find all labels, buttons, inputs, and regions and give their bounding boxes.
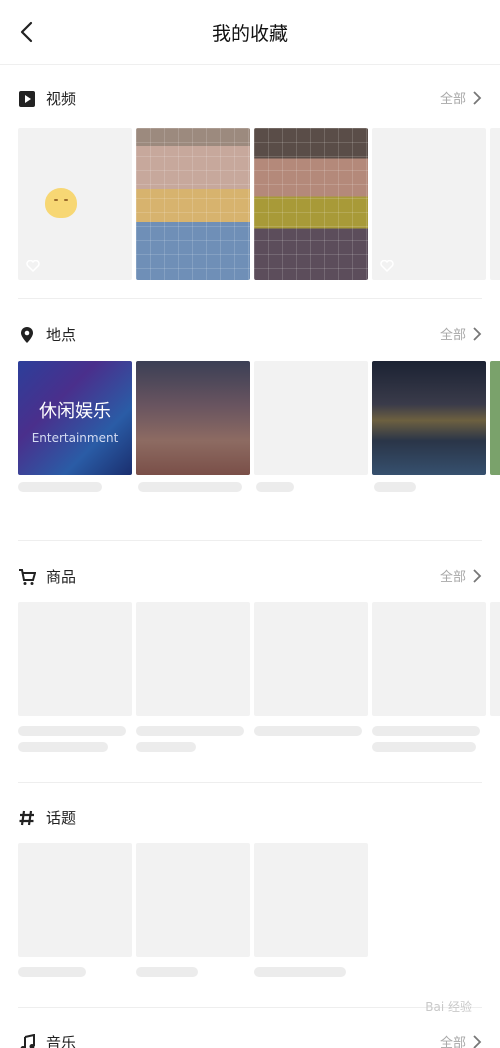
place-row: 休闲娱乐 Entertainment xyxy=(18,361,500,554)
topic-card[interactable] xyxy=(136,843,250,957)
location-pin-icon xyxy=(21,327,33,343)
topic-section-header[interactable]: 话题 xyxy=(18,803,482,833)
topic-card[interactable] xyxy=(254,843,368,957)
baidu-watermark: Bai 经验 xyxy=(425,1000,472,1014)
place-card[interactable] xyxy=(490,361,500,475)
emoji-thumbnail xyxy=(45,188,77,218)
page-title: 我的收藏 xyxy=(211,23,288,45)
product-card[interactable] xyxy=(254,602,368,716)
section-divider xyxy=(18,782,482,783)
blurred-caption xyxy=(18,726,126,736)
video-card[interactable] xyxy=(254,128,368,280)
blurred-caption xyxy=(18,967,86,977)
video-card[interactable] xyxy=(136,128,250,280)
top-bar: 我的收藏 xyxy=(0,0,500,65)
chevron-right-icon xyxy=(473,326,482,341)
blurred-caption xyxy=(18,482,102,492)
see-all-label: 全部 xyxy=(439,328,466,343)
blurred-caption xyxy=(136,726,244,736)
music-section-title: 音乐 xyxy=(46,1034,77,1048)
blurred-caption xyxy=(372,726,480,736)
place-section-title: 地点 xyxy=(46,326,77,344)
goods-section-header[interactable]: 商品 全部 xyxy=(18,562,482,592)
blurred-caption xyxy=(374,482,416,492)
place-card[interactable] xyxy=(136,361,250,475)
blurred-caption xyxy=(18,742,108,752)
blurred-caption xyxy=(254,726,362,736)
video-card[interactable] xyxy=(18,128,132,280)
place-see-all-link[interactable]: 全部 xyxy=(440,324,482,343)
topic-card[interactable] xyxy=(18,843,132,957)
section-divider xyxy=(18,298,482,299)
goods-see-all-link[interactable]: 全部 xyxy=(440,566,482,585)
place-category-english: Entertainment xyxy=(31,431,119,445)
section-divider xyxy=(18,540,482,541)
video-card[interactable] xyxy=(372,128,486,280)
goods-section-title: 商品 xyxy=(46,568,77,586)
see-all-label: 全部 xyxy=(439,1036,466,1048)
heart-icon xyxy=(26,260,40,272)
music-see-all-link[interactable]: 全部 xyxy=(440,1032,482,1048)
video-row xyxy=(18,128,500,318)
place-card[interactable] xyxy=(372,361,486,475)
blurred-caption xyxy=(256,482,294,492)
product-card[interactable] xyxy=(490,602,500,716)
video-see-all-link[interactable]: 全部 xyxy=(440,88,482,107)
music-note-icon xyxy=(20,1034,35,1048)
video-section-title: 视频 xyxy=(46,90,77,108)
chevron-right-icon xyxy=(473,90,482,105)
heart-icon xyxy=(380,260,394,272)
video-section-header[interactable]: 视频 全部 xyxy=(18,84,482,114)
play-video-icon xyxy=(19,91,35,107)
blurred-caption xyxy=(138,482,242,492)
product-card[interactable] xyxy=(18,602,132,716)
product-card[interactable] xyxy=(136,602,250,716)
pixelated-thumbnail xyxy=(136,128,250,280)
see-all-label: 全部 xyxy=(439,92,466,107)
place-card[interactable] xyxy=(254,361,368,475)
place-card[interactable]: 休闲娱乐 Entertainment xyxy=(18,361,132,475)
blurred-caption xyxy=(254,967,346,977)
video-card[interactable] xyxy=(490,128,500,280)
blurred-caption xyxy=(136,742,196,752)
music-section-header[interactable]: 音乐 全部 xyxy=(18,1028,482,1048)
see-all-label: 全部 xyxy=(439,570,466,585)
shopping-cart-icon xyxy=(19,569,36,585)
chevron-right-icon xyxy=(473,568,482,583)
favorites-page: 我的收藏 视频 全部 地点 全部 休闲娱乐 Entertainment 商品 全… xyxy=(0,0,500,1048)
topic-section-title: 话题 xyxy=(46,809,77,827)
hashtag-icon xyxy=(19,810,34,826)
place-section-header[interactable]: 地点 全部 xyxy=(18,320,482,350)
blurred-caption xyxy=(136,967,198,977)
pixelated-thumbnail xyxy=(254,128,368,280)
place-category-label: 休闲娱乐 xyxy=(39,401,111,422)
product-card[interactable] xyxy=(372,602,486,716)
goods-row xyxy=(18,602,500,796)
blurred-caption xyxy=(372,742,476,752)
section-divider xyxy=(18,1007,482,1008)
chevron-right-icon xyxy=(473,1034,482,1048)
